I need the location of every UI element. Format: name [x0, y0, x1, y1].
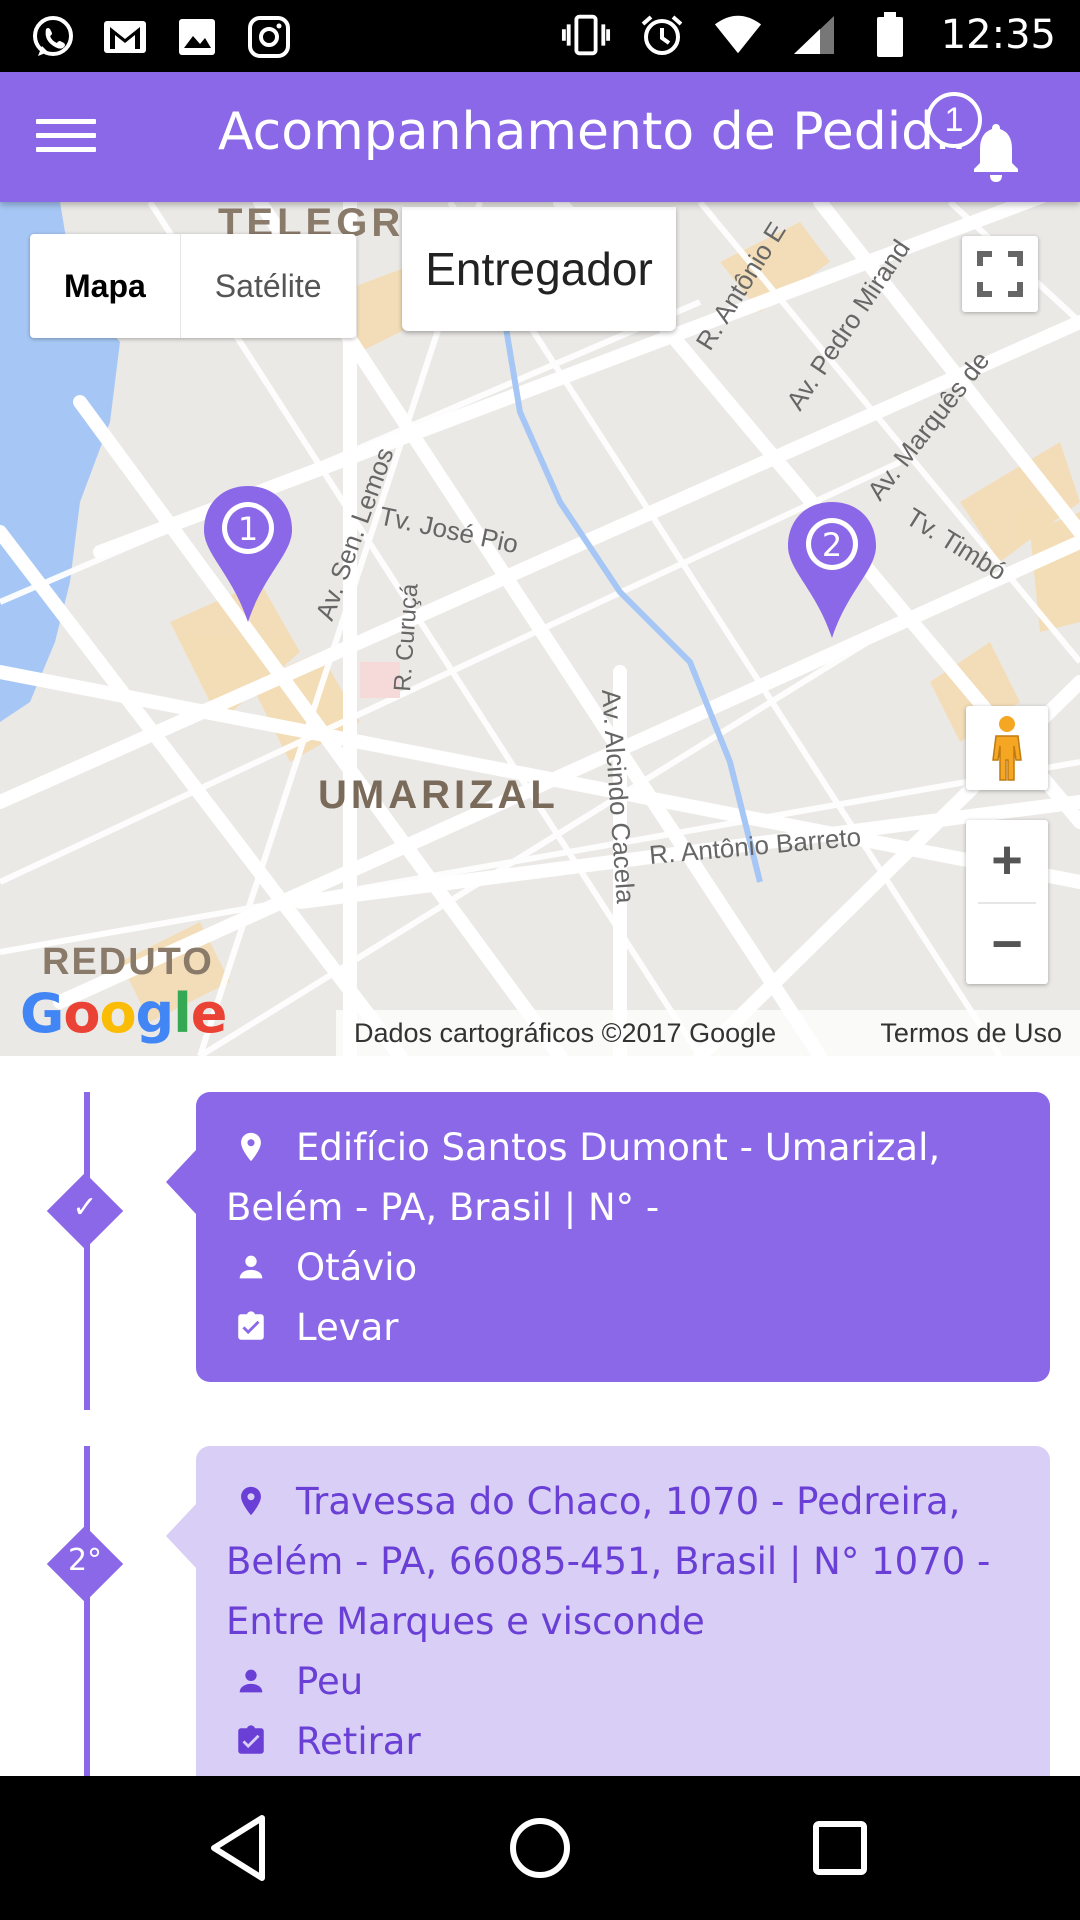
street-view-pegman[interactable] [966, 706, 1048, 790]
address-text: Edifício Santos Dumont - Umarizal, Belém… [226, 1126, 941, 1229]
action-row: Retirar [226, 1712, 1020, 1772]
signal-icon [789, 10, 839, 60]
address-row: Edifício Santos Dumont - Umarizal, Belém… [226, 1118, 1020, 1238]
notifications-button[interactable]: 1 [926, 92, 1036, 192]
zoom-control: + − [966, 820, 1048, 984]
address-text: Travessa do Chaco, 1070 - Pedreira, Belé… [226, 1480, 991, 1643]
status-bar: 12:35 [0, 0, 1080, 72]
svg-text:UMARIZAL: UMARIZAL [318, 773, 559, 817]
clock: 12:35 [940, 12, 1056, 58]
map-type-map-button[interactable]: Mapa [30, 234, 181, 338]
map-marker-1[interactable]: 1 [202, 484, 294, 624]
gallery-icon [172, 12, 222, 62]
person-row: Peu [226, 1652, 1020, 1712]
back-icon[interactable] [200, 1808, 280, 1888]
timeline-line [84, 1092, 90, 1410]
person-name: Peu [296, 1660, 364, 1703]
stop-card-2[interactable]: Travessa do Chaco, 1070 - Pedreira, Belé… [166, 1446, 1050, 1776]
google-logo: Google [20, 982, 227, 1045]
map-type-toggle: Mapa Satélite [30, 234, 356, 338]
timeline-line [84, 1446, 90, 1776]
wifi-icon [713, 10, 763, 60]
entregador-button[interactable]: Entregador [402, 207, 676, 331]
fullscreen-icon [977, 251, 1023, 297]
step-1-label: ✓ [72, 1190, 98, 1225]
whatsapp-icon [28, 12, 78, 62]
home-icon[interactable] [500, 1808, 580, 1888]
action-row: Levar [226, 1298, 1020, 1358]
gmail-icon [100, 12, 150, 62]
svg-text:1: 1 [238, 510, 258, 548]
pegman-icon [992, 716, 1022, 781]
map-attribution: Dados cartográficos ©2017 Google [354, 1018, 777, 1048]
svg-text:2: 2 [822, 526, 842, 564]
recents-icon[interactable] [800, 1808, 880, 1888]
fullscreen-button[interactable] [962, 236, 1038, 312]
address-row: Travessa do Chaco, 1070 - Pedreira, Belé… [226, 1472, 1020, 1652]
instagram-icon [244, 12, 294, 62]
map-marker-2[interactable]: 2 [786, 500, 878, 640]
map-attribution-bar: Dados cartográficos ©2017 Google Termos … [336, 1010, 1080, 1056]
map-view[interactable]: TELEGRA Av. Sen. Lemos Tv. José Pio R. C… [0, 202, 1080, 1056]
terms-link[interactable]: Termos de Uso [880, 1018, 1062, 1049]
app-bar: Acompanhamento de Pedid.. 1 [0, 72, 1080, 202]
person-icon [239, 1669, 263, 1693]
person-icon [239, 1255, 263, 1279]
clipboard-check-icon [238, 1725, 264, 1754]
notification-badge: 1 [926, 92, 982, 148]
stop-card-1[interactable]: Edifício Santos Dumont - Umarizal, Belém… [166, 1092, 1050, 1382]
map-type-satellite-button[interactable]: Satélite [181, 234, 356, 338]
menu-icon[interactable] [36, 110, 96, 164]
zoom-out-button[interactable]: − [966, 904, 1048, 984]
page-title: Acompanhamento de Pedid.. [218, 102, 968, 162]
person-name: Otávio [296, 1246, 418, 1289]
person-row: Otávio [226, 1238, 1020, 1298]
vibrate-icon [561, 10, 611, 60]
step-2-label: 2° [67, 1543, 103, 1578]
battery-icon [865, 10, 915, 60]
route-timeline: ✓ 2° Edifício Santos Dumont - Umarizal, … [0, 1056, 1080, 1776]
svg-text:REDUTO: REDUTO [42, 941, 214, 983]
clipboard-check-icon [238, 1311, 264, 1340]
action-text: Levar [296, 1306, 399, 1349]
action-text: Retirar [296, 1720, 421, 1763]
alarm-icon [637, 10, 687, 60]
location-pin-icon [241, 1486, 261, 1516]
system-nav-bar [0, 1776, 1080, 1920]
zoom-in-button[interactable]: + [966, 820, 1048, 900]
location-pin-icon [241, 1132, 261, 1162]
